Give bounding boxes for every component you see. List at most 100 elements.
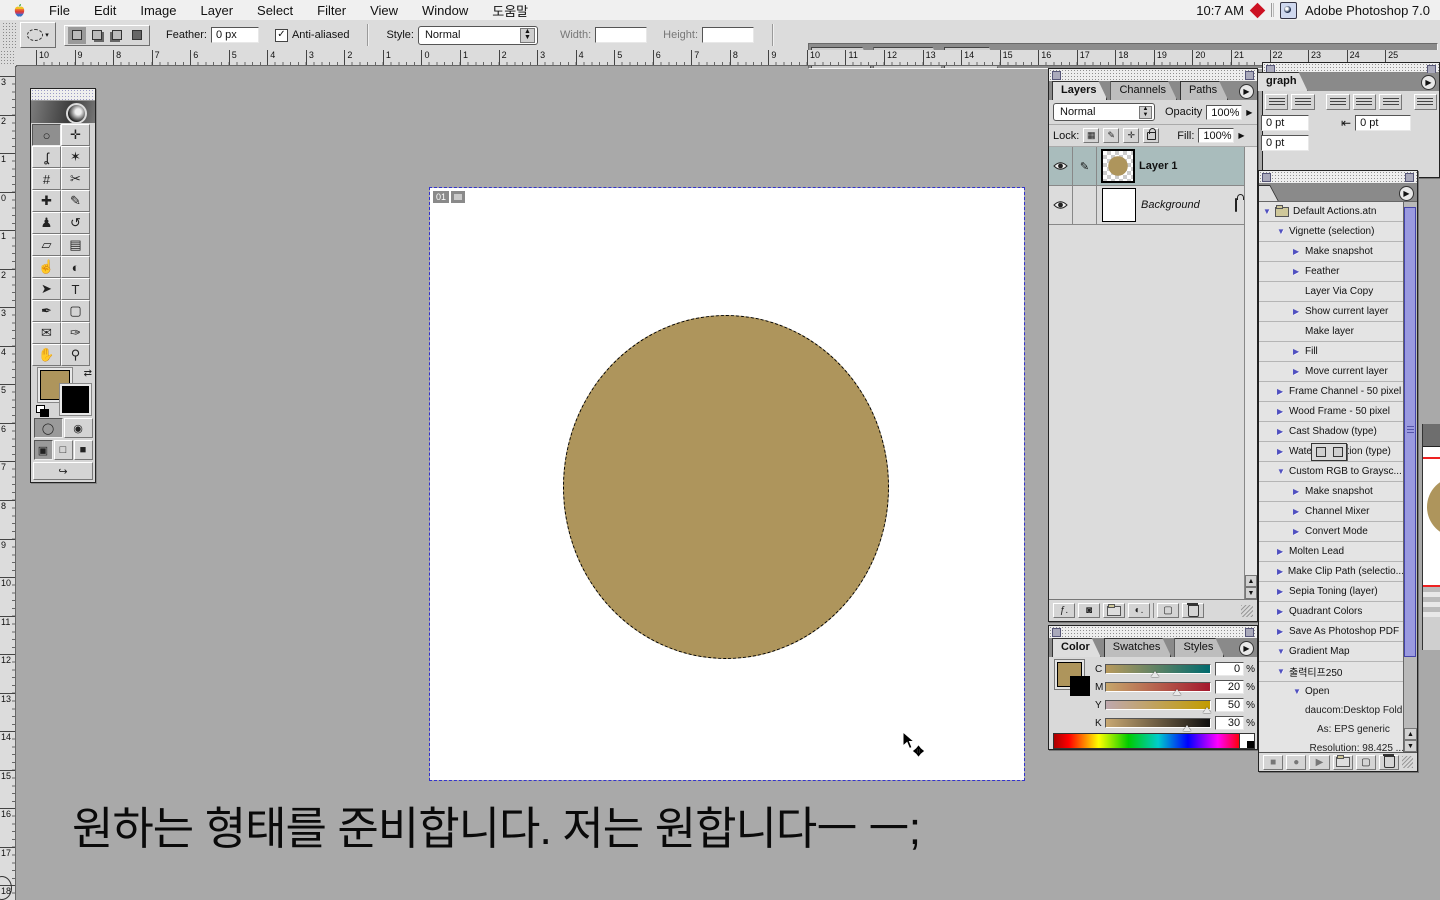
- tool-button[interactable]: ○: [32, 124, 61, 146]
- tool-button[interactable]: #: [32, 168, 61, 190]
- quickmask-mode-button[interactable]: ◉: [64, 418, 93, 438]
- navigator-tab[interactable]: [1423, 424, 1440, 447]
- action-row[interactable]: Show current layer: [1259, 301, 1404, 321]
- indent-right-input[interactable]: 0 pt: [1355, 115, 1411, 131]
- tool-button[interactable]: ⚲: [61, 344, 90, 366]
- palette-tab[interactable]: Layers: [1052, 81, 1107, 100]
- action-row[interactable]: 출력티프250: [1259, 661, 1404, 681]
- disclosure-triangle-icon[interactable]: [1293, 487, 1305, 496]
- disclosure-triangle-icon[interactable]: [1293, 307, 1305, 316]
- action-row[interactable]: Default Actions.atn: [1259, 202, 1404, 221]
- record-button[interactable]: ●: [1286, 755, 1306, 770]
- tool-button[interactable]: ✑: [61, 322, 90, 344]
- align-button[interactable]: [1414, 94, 1437, 110]
- channel-value-input[interactable]: 30: [1215, 716, 1244, 730]
- circle-selection[interactable]: [563, 315, 889, 659]
- tool-button[interactable]: ✎: [61, 190, 90, 212]
- tool-button[interactable]: ◐: [61, 256, 90, 278]
- action-row[interactable]: Make snapshot: [1259, 481, 1404, 501]
- action-row[interactable]: Gradient Map: [1259, 641, 1404, 661]
- action-row[interactable]: As: EPS generic: [1259, 720, 1404, 739]
- color-palette-title-bar[interactable]: [1049, 626, 1257, 639]
- anti-aliased-checkbox[interactable]: ✓: [275, 29, 288, 42]
- slider-thumb[interactable]: [1203, 707, 1211, 713]
- palette-menu-arrow-icon[interactable]: ▶: [1239, 84, 1254, 99]
- anti-aliased-label[interactable]: Anti-aliased: [292, 29, 349, 41]
- layer-row-layer1[interactable]: ✎ Layer 1: [1049, 147, 1245, 186]
- scroll-down-icon[interactable]: ▼: [1245, 587, 1257, 599]
- app-switcher-diamond-icon[interactable]: [1250, 2, 1266, 18]
- palette-tab[interactable]: Channels: [1110, 81, 1176, 100]
- standard-screen-button[interactable]: ▣: [34, 440, 53, 460]
- action-row[interactable]: Make layer: [1259, 321, 1404, 341]
- channel-slider-bar[interactable]: [1105, 718, 1211, 728]
- layers-scrollbar[interactable]: ▲ ▼: [1244, 147, 1257, 599]
- selection-add-button[interactable]: [88, 27, 106, 44]
- opacity-arrow-icon[interactable]: ▶: [1246, 108, 1252, 117]
- menu-item[interactable]: Filter: [305, 3, 358, 18]
- default-colors-icon[interactable]: [36, 405, 49, 416]
- action-row[interactable]: Resolution: 98.425 ...: [1259, 739, 1404, 752]
- horizontal-ruler[interactable]: 10 9 8 7 6 5 4 3 2 1 0 1 2 3 4 5: [16, 50, 1440, 66]
- visibility-cell[interactable]: [1049, 186, 1073, 224]
- menu-item[interactable]: Layer: [189, 3, 246, 18]
- disclosure-triangle-icon[interactable]: [1277, 447, 1289, 456]
- tool-button[interactable]: ✉: [32, 322, 61, 344]
- disclosure-triangle-icon[interactable]: [1293, 687, 1305, 696]
- color-background-swatch[interactable]: [1070, 676, 1090, 696]
- link-cell[interactable]: [1073, 186, 1097, 224]
- disclosure-triangle-icon[interactable]: [1277, 547, 1289, 556]
- visibility-cell[interactable]: [1049, 147, 1073, 185]
- menu-item[interactable]: Select: [245, 3, 305, 18]
- menu-item[interactable]: Image: [128, 3, 188, 18]
- disclosure-triangle-icon[interactable]: [1277, 667, 1289, 676]
- action-row[interactable]: daucom:Desktop Fold...: [1259, 701, 1404, 720]
- menu-item[interactable]: Edit: [82, 3, 128, 18]
- fullscreen-button[interactable]: ■: [74, 440, 93, 460]
- fullscreen-menubar-button[interactable]: □: [54, 440, 73, 460]
- actions-tab[interactable]: [1259, 185, 1280, 201]
- delete-action-button[interactable]: [1379, 755, 1399, 770]
- layer-name[interactable]: Layer 1: [1139, 160, 1178, 172]
- resize-grip[interactable]: [1402, 756, 1413, 768]
- play-button[interactable]: ▶: [1309, 755, 1329, 770]
- new-set-button[interactable]: [1333, 755, 1353, 770]
- tool-preset-button[interactable]: ▾: [20, 22, 56, 48]
- paragraph-title-bar[interactable]: [1263, 63, 1439, 73]
- action-row[interactable]: Frame Channel - 50 pixel: [1259, 381, 1404, 401]
- menu-item[interactable]: View: [358, 3, 410, 18]
- fill-value[interactable]: 100%: [1198, 128, 1234, 143]
- action-row[interactable]: Channel Mixer: [1259, 501, 1404, 521]
- actions-scrollbar[interactable]: ▲ ▼: [1403, 202, 1417, 752]
- standard-mode-button[interactable]: ◯: [34, 418, 63, 438]
- tool-button[interactable]: ✚: [32, 190, 61, 212]
- align-button[interactable]: [1326, 94, 1349, 110]
- new-group-button[interactable]: [1103, 603, 1125, 618]
- action-row[interactable]: Save As Photoshop PDF: [1259, 621, 1404, 641]
- action-row[interactable]: Open: [1259, 681, 1404, 701]
- align-button[interactable]: [1291, 94, 1314, 110]
- palette-tab[interactable]: Paths: [1180, 81, 1228, 100]
- action-row[interactable]: Feather: [1259, 261, 1404, 281]
- background-color-swatch[interactable]: [62, 386, 89, 413]
- channel-value-input[interactable]: 20: [1215, 680, 1244, 694]
- action-row[interactable]: Convert Mode: [1259, 521, 1404, 541]
- layers-palette-title-bar[interactable]: [1049, 69, 1257, 82]
- action-row[interactable]: Molten Lead: [1259, 541, 1404, 561]
- menu-item[interactable]: File: [37, 3, 82, 18]
- layer-thumbnail[interactable]: [1101, 149, 1135, 183]
- palette-menu-arrow-icon[interactable]: ▶: [1421, 75, 1436, 90]
- app-menu-title[interactable]: Adobe Photoshop 7.0: [1305, 3, 1430, 18]
- tool-button[interactable]: ✋: [32, 344, 61, 366]
- tool-button[interactable]: ʆ: [32, 146, 61, 168]
- disclosure-triangle-icon[interactable]: [1277, 567, 1288, 576]
- disclosure-triangle-icon[interactable]: [1277, 467, 1289, 476]
- jump-to-imageready-button[interactable]: ↪: [33, 462, 93, 480]
- disclosure-triangle-icon[interactable]: [1293, 527, 1305, 536]
- slider-thumb[interactable]: [1151, 671, 1159, 677]
- scroll-down-icon[interactable]: ▼: [1404, 740, 1417, 752]
- action-row[interactable]: Custom RGB to Graysc...: [1259, 461, 1404, 481]
- scroll-up-icon[interactable]: ▲: [1404, 728, 1417, 740]
- style-dropdown[interactable]: Normal ▲▼: [418, 26, 538, 45]
- palette-menu-arrow-icon[interactable]: ▶: [1239, 641, 1254, 656]
